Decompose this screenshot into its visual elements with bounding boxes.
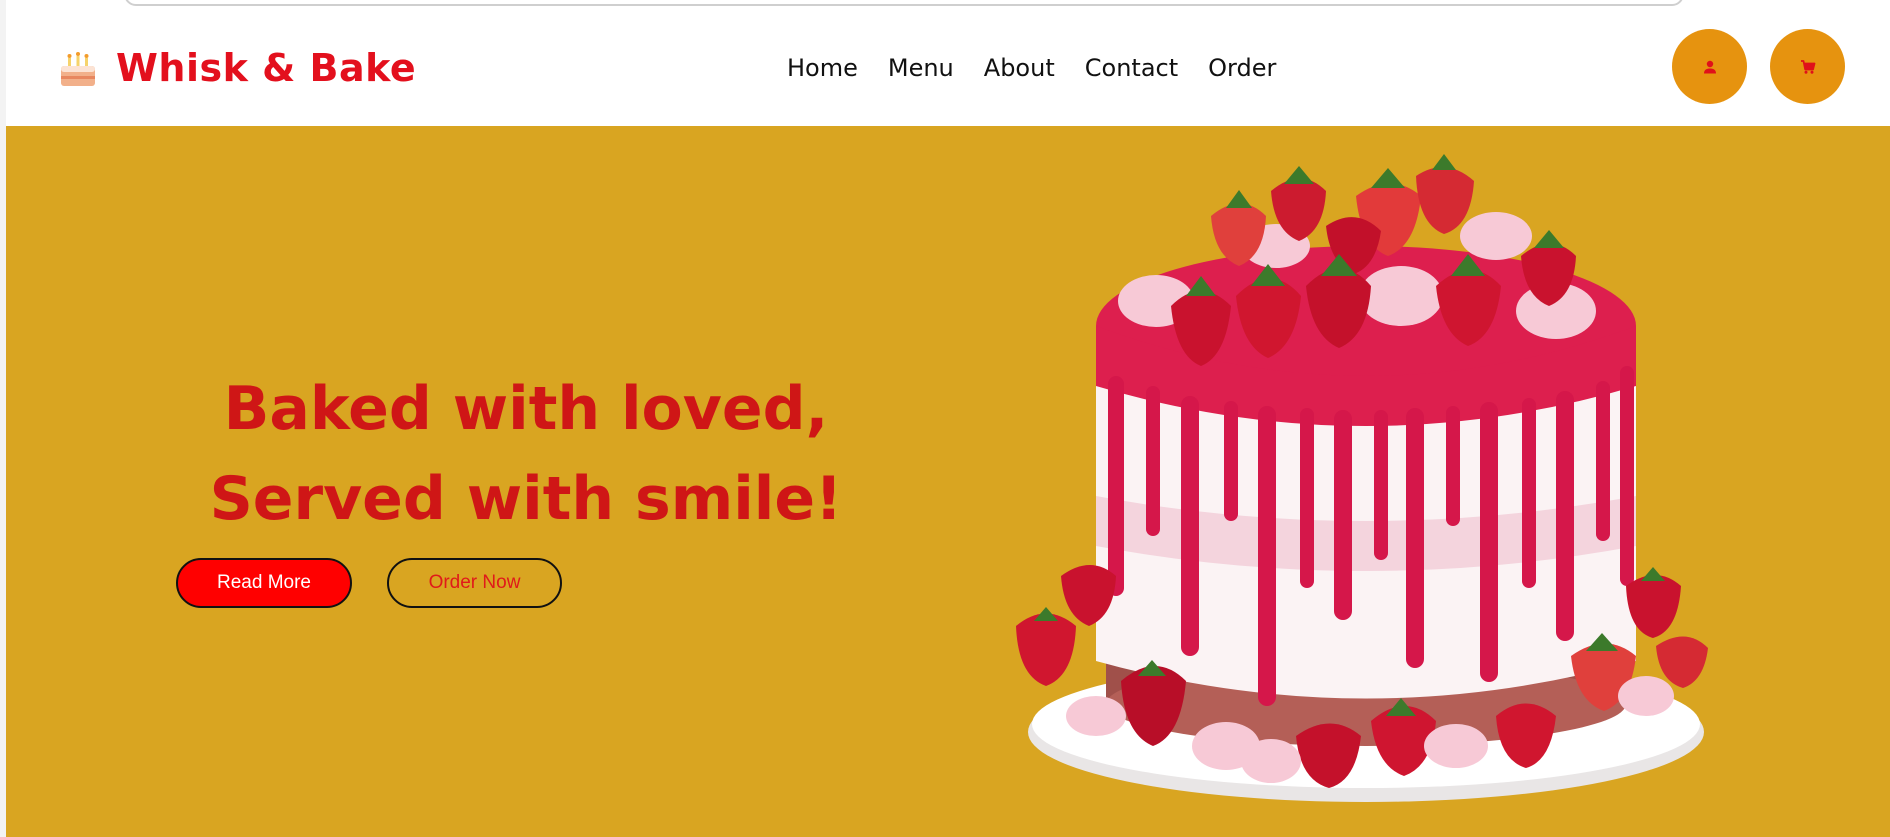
user-account-button[interactable] — [1672, 29, 1747, 104]
user-icon — [1703, 60, 1716, 73]
hero-headline-line-2: Served with smile! — [209, 464, 843, 534]
main-nav: Home Menu About Contact Order — [787, 54, 1306, 82]
shopping-cart-icon — [1800, 59, 1815, 74]
nav-home[interactable]: Home — [787, 54, 858, 82]
order-now-button[interactable]: Order Now — [387, 558, 562, 608]
read-more-button[interactable]: Read More — [176, 558, 352, 608]
browser-search-bar — [124, 0, 1684, 6]
site-header: Whisk & Bake Home Menu About Contact Ord… — [6, 12, 1890, 126]
hero-section: Baked with loved, Served with smile! Rea… — [6, 126, 1890, 837]
brand-logo[interactable]: Whisk & Bake — [58, 46, 416, 90]
hero-headline-line-1: Baked with loved, — [223, 374, 829, 444]
brand-name: Whisk & Bake — [116, 46, 417, 90]
cart-button[interactable] — [1770, 29, 1845, 104]
nav-contact[interactable]: Contact — [1085, 54, 1178, 82]
nav-about[interactable]: About — [984, 54, 1055, 82]
hero-headline: Baked with loved, Served with smile! — [196, 364, 856, 544]
nav-menu[interactable]: Menu — [888, 54, 954, 82]
birthday-cake-icon — [61, 52, 95, 86]
cake-image — [1016, 154, 1708, 802]
nav-order[interactable]: Order — [1208, 54, 1276, 82]
